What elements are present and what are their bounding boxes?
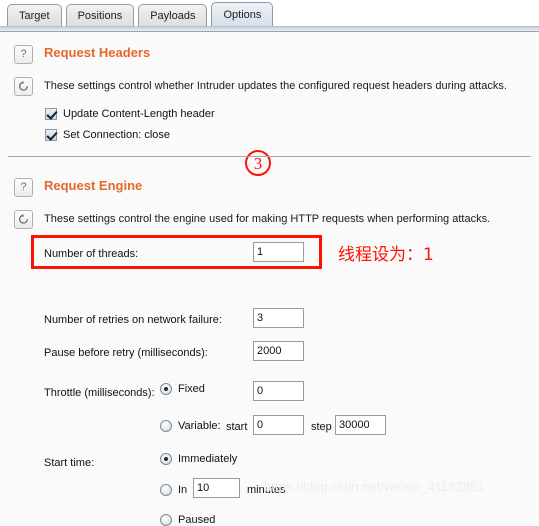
throttle-fixed-radio[interactable] xyxy=(160,383,172,395)
throttle-variable-step-label: step xyxy=(311,421,332,433)
pause-input[interactable] xyxy=(253,341,304,361)
request-headers-description: These settings control whether Intruder … xyxy=(44,80,507,92)
throttle-variable-label: Variable: xyxy=(178,420,221,432)
start-time-immediately-row[interactable]: Immediately xyxy=(160,453,237,465)
request-headers-help-icon[interactable]: ? xyxy=(14,45,33,64)
pause-label: Pause before retry (milliseconds): xyxy=(44,347,208,359)
start-time-immediately-radio[interactable] xyxy=(160,453,172,465)
throttle-fixed-label: Fixed xyxy=(178,383,205,395)
checkbox-row-update-content-length[interactable]: Update Content-Length header xyxy=(45,108,215,120)
start-time-paused-row[interactable]: Paused xyxy=(160,514,215,526)
update-content-length-label: Update Content-Length header xyxy=(63,108,215,120)
request-headers-reset-icon[interactable] xyxy=(14,77,33,96)
threads-label: Number of threads: xyxy=(44,248,139,260)
annotation-step-3-marker: 3 xyxy=(245,150,271,176)
request-engine-description: These settings control the engine used f… xyxy=(44,213,491,225)
tab-positions[interactable]: Positions xyxy=(65,4,135,26)
section-divider xyxy=(8,156,531,157)
throttle-variable-radio-row[interactable]: Variable: xyxy=(160,420,221,432)
throttle-fixed-input[interactable] xyxy=(253,381,304,401)
request-engine-help-icon[interactable]: ? xyxy=(14,178,33,197)
tab-strip: Target Positions Payloads Options xyxy=(7,2,274,26)
help-question-glyph: ? xyxy=(20,48,27,60)
request-engine-title: Request Engine xyxy=(44,178,143,193)
tab-target[interactable]: Target xyxy=(7,4,62,26)
set-connection-close-checkbox[interactable] xyxy=(45,129,57,141)
start-time-minutes-input[interactable] xyxy=(193,478,240,498)
tab-underline-bottom xyxy=(0,31,539,32)
throttle-fixed-radio-row[interactable]: Fixed xyxy=(160,383,205,395)
start-time-immediately-label: Immediately xyxy=(178,453,238,465)
tab-options[interactable]: Options xyxy=(211,2,274,26)
start-time-in-row[interactable]: In xyxy=(160,484,187,496)
set-connection-close-label: Set Connection: close xyxy=(63,129,171,141)
throttle-variable-radio[interactable] xyxy=(160,420,172,432)
tab-bar: Target Positions Payloads Options xyxy=(0,0,539,28)
update-content-length-checkbox[interactable] xyxy=(45,108,57,120)
request-engine-reset-icon[interactable] xyxy=(14,210,33,229)
start-time-in-label: In xyxy=(178,484,188,496)
checkbox-row-set-connection-close[interactable]: Set Connection: close xyxy=(45,129,170,141)
throttle-variable-start-input[interactable] xyxy=(253,415,304,435)
annotation-threads-note: 线程设为：1 xyxy=(338,245,434,265)
throttle-variable-step-input[interactable] xyxy=(335,415,386,435)
throttle-variable-start-label: start xyxy=(226,421,248,433)
watermark-text: https://blog.csdn.net/weixin_41182861 xyxy=(264,479,485,494)
tab-payloads[interactable]: Payloads xyxy=(138,4,208,26)
throttle-label: Throttle (milliseconds): xyxy=(44,387,155,399)
threads-input[interactable] xyxy=(253,242,304,262)
start-time-paused-label: Paused xyxy=(178,514,216,526)
help-question-glyph-2: ? xyxy=(20,181,27,193)
options-panel: ? Request Headers These settings control… xyxy=(0,33,539,526)
start-time-in-radio[interactable] xyxy=(160,484,172,496)
start-time-paused-radio[interactable] xyxy=(160,514,172,526)
retries-label: Number of retries on network failure: xyxy=(44,314,222,326)
start-time-label: Start time: xyxy=(44,457,95,469)
request-headers-title: Request Headers xyxy=(44,45,151,60)
retries-input[interactable] xyxy=(253,308,304,328)
